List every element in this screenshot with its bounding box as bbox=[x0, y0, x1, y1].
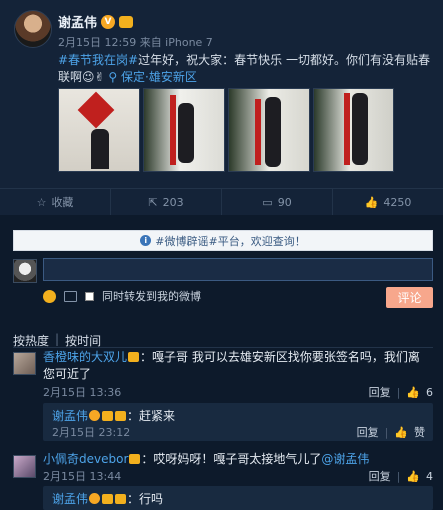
emoji-icon[interactable] bbox=[43, 289, 56, 303]
divider bbox=[13, 347, 433, 348]
star-icon: ☆ bbox=[36, 195, 47, 209]
comment-section: i #微博辟谣#平台，欢迎查询！ 同时转发到我的微博 评论 按热度 | 按时间 … bbox=[0, 215, 443, 510]
thumbs-up-icon[interactable]: 👍 bbox=[394, 426, 408, 439]
comment-time: 2月15日 13:36 bbox=[43, 386, 122, 399]
post-photo-1[interactable] bbox=[58, 88, 140, 172]
info-icon: i bbox=[140, 235, 152, 246]
reply-username[interactable]: 谢孟伟 bbox=[52, 409, 88, 423]
mention-link[interactable]: @谢孟伟 bbox=[321, 452, 369, 466]
comment-avatar[interactable] bbox=[13, 455, 36, 478]
author-avatar[interactable] bbox=[14, 10, 52, 48]
ops-separator: | bbox=[396, 385, 401, 399]
member-badge-icon bbox=[128, 352, 140, 362]
comment-like-count: 4 bbox=[426, 469, 433, 483]
verified-icon bbox=[89, 410, 101, 421]
reply-content: 谢孟伟 ：赶紧来 bbox=[52, 407, 175, 424]
reply-username[interactable]: 谢孟伟 bbox=[52, 492, 88, 506]
weibo-post-card: 谢孟伟 V 2月15日 12:59 来自 iPhone 7 #春节我在岗#过年好… bbox=[0, 0, 443, 215]
comment-username[interactable]: 小佩奇devebor bbox=[43, 452, 128, 466]
reply-button[interactable]: 回复 bbox=[369, 468, 391, 484]
rumor-notice-banner[interactable]: i #微博辟谣#平台，欢迎查询！ bbox=[13, 230, 433, 251]
location-link[interactable]: ⚲ 保定·雄安新区 bbox=[108, 70, 196, 84]
comment-like-count: 6 bbox=[426, 385, 433, 399]
comment-ops: 回复 | 👍 4 bbox=[369, 468, 433, 484]
reply-time: 2月15日 23:12 bbox=[52, 426, 131, 439]
reply-button[interactable]: 回复 bbox=[357, 424, 379, 440]
comment-username[interactable]: 香橙味的大双儿 bbox=[43, 350, 127, 364]
comment-item: 小佩奇devebor ：哎呀妈呀！嘎子哥太接地气儿了@谢孟伟 bbox=[43, 451, 431, 468]
reply-box: 谢孟伟 ：行吗 bbox=[43, 486, 433, 510]
favorite-button[interactable]: ☆ 收藏 bbox=[0, 189, 111, 215]
member-badge-icon bbox=[102, 494, 114, 504]
comment-button[interactable]: ▭ 90 bbox=[222, 189, 333, 215]
author-name[interactable]: 谢孟伟 bbox=[58, 12, 97, 31]
reply-ops: 回复 | 👍 赞 bbox=[357, 424, 425, 440]
member-badge-icon bbox=[119, 15, 134, 28]
post-photo-4[interactable] bbox=[313, 88, 394, 172]
favorite-label: 收藏 bbox=[51, 196, 74, 209]
post-action-bar: ☆ 收藏 ⇱ 203 ▭ 90 👍 4250 bbox=[0, 188, 443, 215]
reply-text: ：行吗 bbox=[127, 492, 164, 506]
comment-text: ：哎呀妈呀！嘎子哥太接地气儿了 bbox=[141, 452, 322, 466]
forward-count: 203 bbox=[162, 195, 184, 209]
comment-avatar[interactable] bbox=[13, 352, 36, 375]
ops-separator: | bbox=[396, 469, 401, 483]
photo-grid bbox=[58, 88, 394, 172]
member-badge-icon bbox=[115, 494, 127, 504]
post-photo-3[interactable] bbox=[228, 88, 310, 172]
hashtag-link[interactable]: #春节我在岗# bbox=[58, 53, 138, 67]
comment-tools: 同时转发到我的微博 bbox=[43, 288, 201, 304]
reply-content: 谢孟伟 ：行吗 bbox=[52, 490, 163, 507]
reply-like-label[interactable]: 赞 bbox=[414, 424, 425, 440]
image-icon[interactable] bbox=[64, 290, 77, 302]
reply-button[interactable]: 回复 bbox=[369, 384, 391, 400]
comment-ops: 回复 | 👍 6 bbox=[369, 384, 433, 400]
member-badge-icon bbox=[102, 411, 114, 421]
comment-item: 香橙味的大双儿 ：嘎子哥 我可以去雄安新区找你要张签名吗，我们离您可近了 bbox=[43, 349, 431, 383]
reply-box: 谢孟伟 ：赶紧来 2月15日 23:12 回复 | 👍 赞 bbox=[43, 403, 433, 441]
forward-icon: ⇱ bbox=[148, 195, 158, 209]
member-badge-icon bbox=[115, 411, 127, 421]
comment-icon: ▭ bbox=[262, 195, 273, 209]
author-row: 谢孟伟 V bbox=[58, 12, 134, 31]
location-icon: ⚲ bbox=[108, 70, 122, 84]
submit-comment-button[interactable]: 评论 bbox=[386, 287, 433, 308]
thumbs-up-icon[interactable]: 👍 bbox=[406, 470, 420, 483]
comment-input[interactable] bbox=[43, 258, 433, 281]
repost-checkbox[interactable] bbox=[85, 291, 94, 301]
repost-label: 同时转发到我的微博 bbox=[102, 290, 201, 303]
ops-separator: | bbox=[384, 425, 389, 439]
thumbs-up-icon: 👍 bbox=[364, 195, 379, 209]
forward-button[interactable]: ⇱ 203 bbox=[111, 189, 222, 215]
comment-count: 90 bbox=[277, 195, 292, 209]
verified-icon bbox=[89, 493, 101, 504]
comment-time: 2月15日 13:44 bbox=[43, 470, 122, 483]
post-meta: 2月15日 12:59 来自 iPhone 7 bbox=[58, 36, 213, 49]
post-body: #春节我在岗#过年好，祝大家：春节快乐 一切都好。你们有没有贴春联啊😉✌ ⚲ 保… bbox=[58, 52, 432, 86]
thumbs-up-icon[interactable]: 👍 bbox=[406, 386, 420, 399]
like-button[interactable]: 👍 4250 bbox=[333, 189, 443, 215]
notice-text: #微博辟谣#平台，欢迎查询！ bbox=[155, 234, 306, 248]
reply-text: ：赶紧来 bbox=[127, 409, 176, 423]
post-photo-2[interactable] bbox=[143, 88, 225, 172]
current-user-avatar bbox=[13, 259, 37, 283]
member-badge-icon bbox=[129, 454, 141, 464]
verified-icon: V bbox=[101, 14, 116, 29]
like-count: 4250 bbox=[383, 195, 412, 209]
location-label: 保定·雄安新区 bbox=[121, 70, 197, 84]
